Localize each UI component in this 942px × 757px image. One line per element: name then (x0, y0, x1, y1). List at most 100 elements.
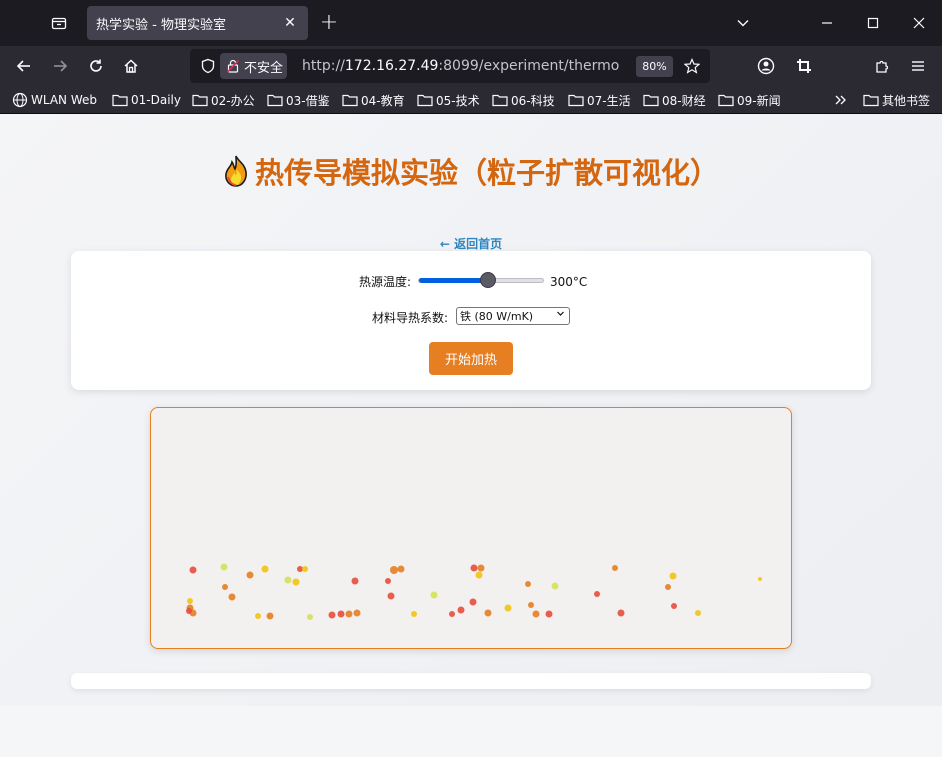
particle-field (186, 563, 762, 620)
temperature-label: 热源温度: (359, 275, 412, 289)
particle (220, 563, 228, 571)
zoom-level-badge[interactable]: 80% (636, 56, 673, 77)
material-select[interactable]: 铁 (80 W/mK) (456, 307, 570, 325)
temperature-slider[interactable] (418, 272, 544, 288)
folder-icon (267, 94, 283, 107)
bookmark-label: 08-财经 (662, 93, 706, 108)
bookmark-folder-04[interactable]: 04-教育 (342, 90, 405, 110)
bookmark-folder-06[interactable]: 06-科技 (492, 90, 555, 110)
fire-icon (225, 155, 247, 187)
particle (385, 578, 391, 584)
particle (469, 598, 477, 606)
particle (255, 613, 261, 619)
bookmark-wlan-web[interactable]: WLAN Web (12, 90, 97, 110)
particle (351, 577, 359, 585)
extensions-puzzle-icon[interactable] (866, 50, 898, 82)
home-icon[interactable] (115, 50, 147, 82)
particle (328, 611, 336, 619)
address-bar[interactable]: 不安全 http://172.16.27.49:8099/experiment/… (190, 49, 710, 83)
particle (551, 582, 559, 590)
account-icon[interactable] (750, 50, 782, 82)
tab-close-icon[interactable]: ✕ (278, 11, 302, 35)
tab-overflow-chevron-icon[interactable] (720, 0, 766, 46)
page-title: 热传导模拟实验（粒子扩散可视化） (0, 150, 942, 192)
bookmark-folder-07[interactable]: 07-生活 (568, 90, 631, 110)
material-select-value: 铁 (80 W/mK) (460, 310, 534, 323)
bookmark-folder-03[interactable]: 03-借鉴 (267, 90, 330, 110)
simulation-canvas (150, 407, 792, 649)
bookmark-label: WLAN Web (31, 93, 97, 107)
app-menu-icon[interactable] (902, 50, 934, 82)
reload-icon[interactable] (80, 50, 112, 82)
url-text[interactable]: http://172.16.27.49:8099/experiment/ther… (302, 58, 619, 74)
globe-icon (12, 92, 28, 108)
tab-bar: 热学实验 - 物理实验室 ✕ + (0, 0, 942, 46)
start-heating-button[interactable]: 开始加热 (429, 342, 513, 375)
particle (504, 604, 512, 612)
maximize-icon[interactable] (850, 0, 896, 46)
particle (532, 610, 540, 618)
insecure-lock-icon (226, 59, 240, 73)
bookmark-folder-05[interactable]: 05-技术 (417, 90, 480, 110)
url-prefix: http:// (302, 58, 345, 74)
particle (411, 611, 417, 617)
back-to-home-link[interactable]: ← 返回首页 (0, 235, 942, 252)
tracking-shield-icon[interactable] (196, 54, 220, 78)
active-tab[interactable]: 热学实验 - 物理实验室 ✕ (87, 6, 308, 40)
bookmark-other-folder[interactable]: 其他书签 (863, 90, 930, 110)
bookmarks-overflow-chevron-icon[interactable] (834, 90, 851, 110)
url-host: 172.16.27.49 (344, 58, 439, 74)
bookmark-label: 03-借鉴 (286, 93, 330, 108)
bookmark-label: 06-科技 (511, 93, 555, 108)
new-tab-button[interactable]: + (316, 10, 342, 36)
back-arrow-icon[interactable] (8, 50, 40, 82)
insecure-connection-badge[interactable]: 不安全 (220, 53, 287, 79)
bookmark-folder-09[interactable]: 09-新闻 (718, 90, 781, 110)
bookmark-label: 07-生活 (587, 93, 631, 108)
particle (758, 577, 762, 581)
particle (189, 566, 197, 574)
bookmark-folder-08[interactable]: 08-财经 (643, 90, 706, 110)
chevron-down-icon (556, 309, 565, 321)
particle (545, 610, 553, 618)
particle (397, 565, 405, 573)
particle (484, 609, 492, 617)
bookmark-label: 04-教育 (361, 93, 405, 108)
minimize-icon[interactable] (804, 0, 850, 46)
url-path: :8099/experiment/thermo (438, 58, 620, 74)
particle (353, 609, 361, 617)
navigation-toolbar: 不安全 http://172.16.27.49:8099/experiment/… (0, 46, 942, 86)
bookmark-folder-02[interactable]: 02-办公 (192, 90, 255, 110)
bookmarks-toolbar: WLAN Web 01-Daily 02-办公 03-借鉴 04-教育 05-技… (0, 86, 942, 114)
insecure-label: 不安全 (244, 60, 284, 76)
temperature-slider-thumb[interactable] (479, 272, 496, 288)
bookmark-label: 01-Daily (131, 93, 181, 107)
particle (302, 566, 308, 572)
particle (266, 612, 274, 620)
folder-icon (492, 94, 508, 107)
page-viewport: 热传导模拟实验（粒子扩散可视化） ← 返回首页 热源温度: 300°C 材料导热… (0, 114, 942, 757)
close-window-icon[interactable] (896, 0, 942, 46)
temperature-value: 300°C (550, 275, 588, 289)
results-panel (71, 673, 871, 689)
bookmark-star-icon[interactable] (680, 54, 704, 78)
particle (695, 610, 701, 616)
tab-list-icon (51, 17, 67, 30)
particle (665, 584, 671, 590)
bookmark-label: 02-办公 (211, 93, 255, 108)
control-panel: 热源温度: 300°C 材料导热系数: 铁 (80 W/mK) 开始加热 (71, 251, 871, 390)
particle (457, 606, 465, 614)
particle (594, 591, 600, 597)
temperature-row: 热源温度: 300°C (71, 269, 871, 291)
folder-icon (417, 94, 433, 107)
particle (477, 564, 485, 572)
screenshot-crop-icon[interactable] (788, 50, 820, 82)
forward-arrow-icon[interactable] (44, 50, 76, 82)
folder-icon (112, 94, 128, 107)
tab-list-button[interactable] (38, 8, 80, 38)
particle (387, 592, 395, 600)
particle (470, 564, 478, 572)
page-title-text: 热传导模拟实验（粒子扩散可视化） (254, 156, 719, 190)
particle (222, 584, 228, 590)
bookmark-folder-01[interactable]: 01-Daily (112, 90, 181, 110)
